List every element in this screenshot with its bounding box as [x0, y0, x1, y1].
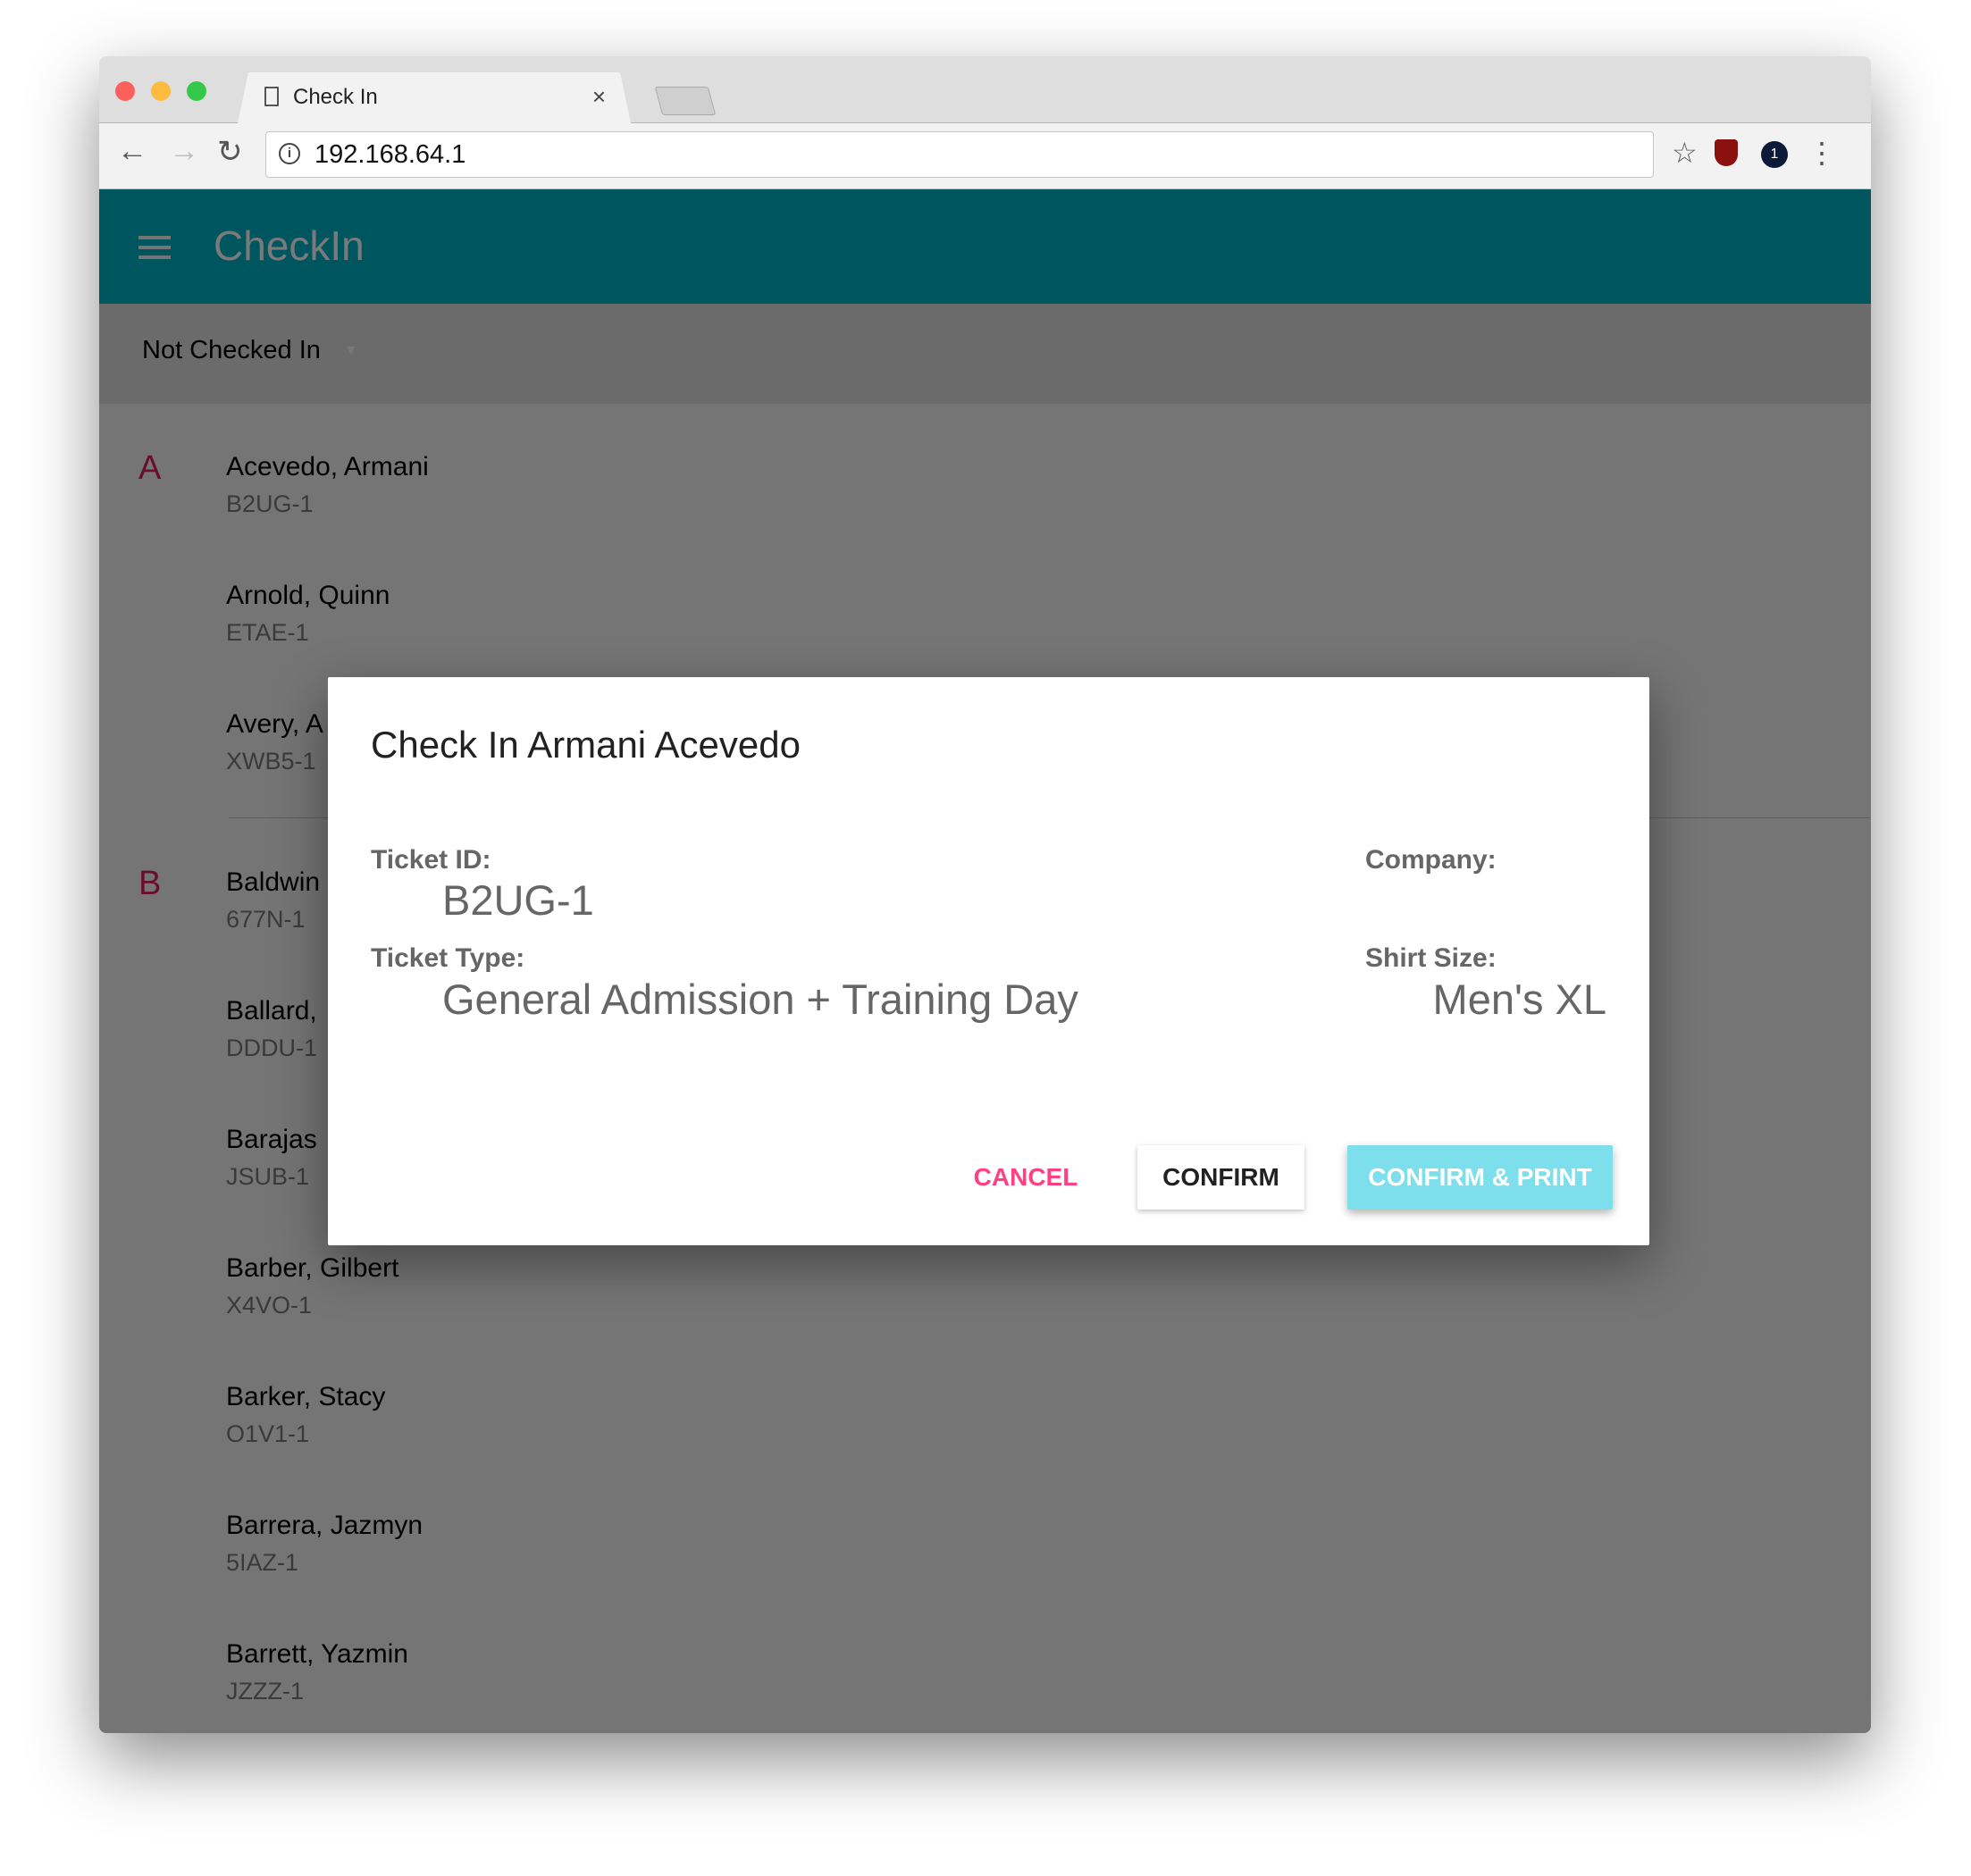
attendee-name: Barrera, Jazmyn [226, 1511, 424, 1540]
tab-close-icon[interactable]: × [592, 83, 606, 111]
browser-toolbar: ← → ↻ i 192.168.64.1 ☆ 1 ⋮ [99, 123, 1871, 189]
filter-dropdown[interactable]: Not Checked In [142, 336, 321, 365]
attendee-name: Ballard, [226, 996, 317, 1026]
close-window-button[interactable] [115, 81, 135, 101]
shirt-size-value: Men's XL [1432, 976, 1606, 1023]
attendee-ticket-id: XWB5-1 [226, 748, 316, 775]
caret-down-icon[interactable]: ▼ [344, 343, 358, 359]
ticket-type-value: General Admission + Training Day [442, 976, 1078, 1023]
attendee-name: Avery, A [226, 709, 323, 739]
list-item[interactable]: Barker, Stacy O1V1-1 [99, 1361, 1871, 1490]
attendee-ticket-id: 5IAZ-1 [226, 1549, 299, 1576]
maximize-window-button[interactable] [187, 81, 206, 101]
tab-check-in[interactable]: Check In × [238, 72, 631, 123]
star-icon[interactable]: ☆ [1672, 136, 1698, 170]
ublock-icon[interactable] [1715, 139, 1738, 166]
attendee-name: Barajas [226, 1125, 317, 1154]
attendee-ticket-id: O1V1-1 [226, 1420, 310, 1447]
list-item[interactable]: Barber, Gilbert X4VO-1 [99, 1233, 1871, 1361]
page-icon [264, 87, 279, 106]
minimize-window-button[interactable] [151, 81, 171, 101]
ticket-id-label: Ticket ID: [371, 845, 491, 875]
attendee-ticket-id: B2UG-1 [226, 490, 314, 517]
check-in-dialog: Check In Armani Acevedo Ticket ID: B2UG-… [328, 677, 1649, 1245]
browser-window: Check In × ← → ↻ i 192.168.64.1 ☆ 1 ⋮ Ch… [99, 56, 1871, 1733]
list-item[interactable]: Arnold, Quinn ETAE-1 [99, 560, 1871, 689]
attendee-ticket-id: X4VO-1 [226, 1292, 313, 1319]
ticket-type-label: Ticket Type: [371, 943, 525, 973]
attendee-ticket-id: 677N-1 [226, 906, 306, 933]
dialog-title: Check In Armani Acevedo [371, 724, 801, 766]
attendee-name: Barrett, Yazmin [226, 1639, 408, 1669]
attendee-name: Arnold, Quinn [226, 581, 390, 610]
list-item[interactable]: Barrett, Yazmin JZZZ-1 [99, 1619, 1871, 1733]
forward-icon[interactable]: → [169, 134, 199, 169]
attendee-ticket-id: JSUB-1 [226, 1163, 310, 1190]
attendee-name: Baldwin [226, 867, 321, 897]
reload-icon[interactable]: ↻ [217, 134, 243, 170]
attendee-name: Barber, Gilbert [226, 1253, 399, 1283]
attendee-ticket-id: ETAE-1 [226, 619, 309, 646]
app-header: CheckIn [99, 189, 1871, 304]
company-label: Company: [1365, 845, 1497, 875]
confirm-button[interactable]: CONFIRM [1137, 1145, 1304, 1210]
onepassword-icon[interactable]: 1 [1761, 141, 1788, 168]
url-text[interactable]: 192.168.64.1 [315, 140, 465, 170]
shirt-size-label: Shirt Size: [1365, 943, 1497, 973]
attendee-ticket-id: DDDU-1 [226, 1034, 318, 1061]
tab-bar: Check In × [99, 56, 1871, 123]
filter-bar: Not Checked In ▼ [99, 304, 1871, 404]
attendee-name: Acevedo, Armani [226, 452, 429, 482]
cancel-button[interactable]: CANCEL [947, 1145, 1104, 1210]
new-tab-button[interactable] [654, 87, 717, 115]
info-icon[interactable]: i [279, 143, 300, 164]
confirm-and-print-button[interactable]: CONFIRM & PRINT [1347, 1145, 1613, 1210]
ticket-id-value: B2UG-1 [442, 876, 594, 924]
tab-title: Check In [293, 85, 378, 109]
attendee-ticket-id: JZZZ-1 [226, 1678, 304, 1704]
app-title: CheckIn [214, 222, 365, 269]
attendee-name: Barker, Stacy [226, 1382, 386, 1411]
list-item[interactable]: Barrera, Jazmyn 5IAZ-1 [99, 1490, 1871, 1619]
address-bar[interactable]: i 192.168.64.1 [265, 131, 1654, 178]
back-icon[interactable]: ← [117, 134, 147, 169]
menu-icon[interactable] [138, 236, 171, 265]
more-icon[interactable]: ⋮ [1807, 136, 1836, 170]
list-item[interactable]: Acevedo, Armani B2UG-1 [99, 431, 1871, 560]
